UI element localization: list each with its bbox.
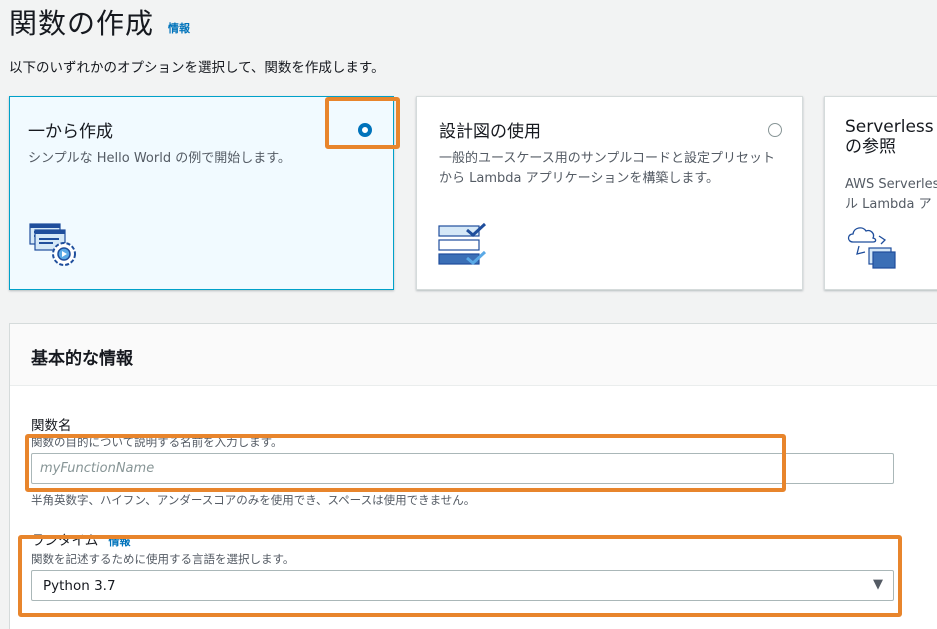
option-card-use-blueprint[interactable]: 設計図の使用 一般的ユースケース用のサンプルコードと設定プリセットから Lamb… (416, 96, 803, 290)
option-title: Serverless の参照 (845, 117, 934, 157)
option-description: シンプルな Hello World の例で開始します。 (28, 151, 291, 166)
function-name-description: 関数の目的について説明する名前を入力します。 (31, 435, 283, 449)
function-name-label: 関数名 (31, 418, 72, 434)
runtime-label: ランタイム 情報 (31, 529, 131, 549)
option-title: 設計図の使用 (439, 122, 541, 142)
panel-title: 基本的な情報 (31, 349, 133, 369)
info-link[interactable]: 情報 (168, 20, 190, 36)
page-title: 関数の作成 (9, 7, 155, 40)
radio-button-unselected[interactable] (768, 123, 782, 137)
runtime-description: 関数を記述するために使用する言語を選択します。 (31, 552, 295, 566)
caret-down-icon: ▼ (873, 577, 883, 592)
runtime-label-text: ランタイム (31, 533, 99, 549)
option-description: 一般的ユースケース用のサンプルコードと設定プリセットから Lambda アプリケ… (439, 151, 776, 186)
runtime-selected-value: Python 3.7 (43, 578, 116, 594)
function-name-input[interactable] (31, 453, 894, 484)
option-title: 一から作成 (28, 122, 113, 142)
blueprint-checklist-icon (437, 222, 493, 278)
function-name-hint: 半角英数字、ハイフン、アンダースコアのみを使用でき、スペースは使用できません。 (31, 493, 476, 507)
option-description: AWS Serverles ル Lambda ア (845, 177, 937, 212)
option-card-author-from-scratch[interactable]: 一から作成 シンプルな Hello World の例で開始します。 (9, 96, 394, 290)
page-subtitle: 以下のいずれかのオプションを選択して、関数を作成します。 (9, 60, 385, 76)
code-window-gear-icon (28, 222, 84, 274)
panel-header: 基本的な情報 (10, 324, 937, 386)
runtime-info-link[interactable]: 情報 (109, 535, 131, 548)
cloud-repository-icon (845, 222, 901, 278)
basic-info-panel: 基本的な情報 関数名 関数の目的について説明する名前を入力します。 半角英数字、… (9, 323, 937, 629)
runtime-select[interactable]: Python 3.7 ▼ (31, 570, 894, 601)
radio-button-selected[interactable] (358, 123, 372, 137)
option-card-serverless-repo[interactable]: Serverless の参照 AWS Serverles ル Lambda ア (824, 96, 937, 290)
